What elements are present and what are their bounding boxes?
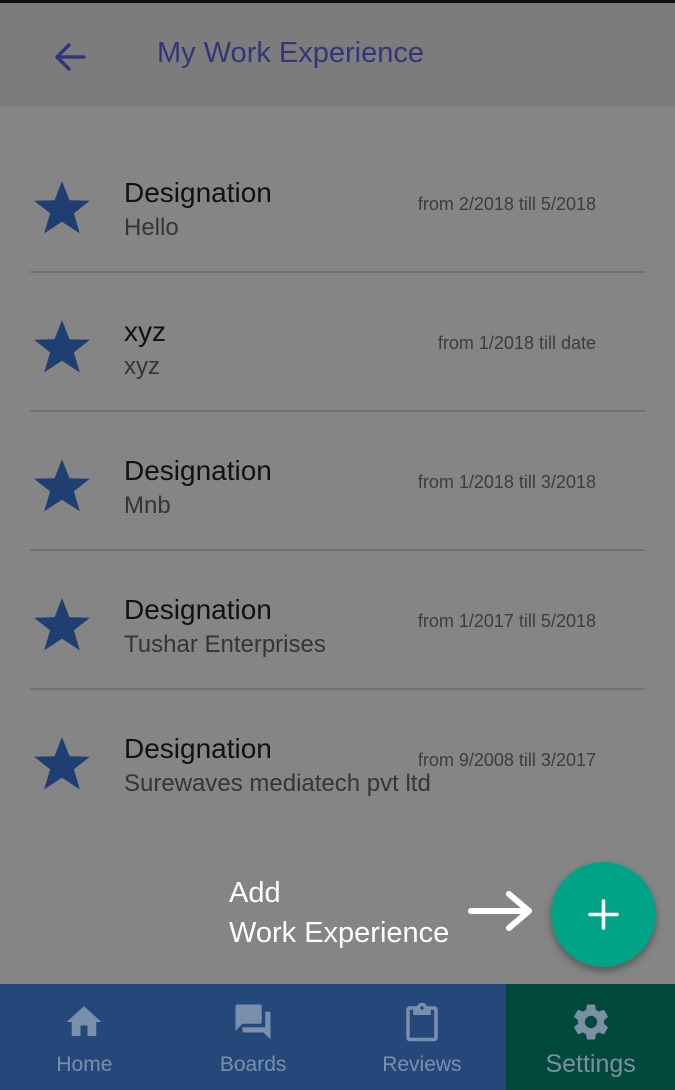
app-header: My Work Experience [0, 3, 675, 107]
experience-company: xyz [124, 353, 160, 380]
experience-title: Designation [124, 594, 272, 625]
nav-home[interactable]: Home [0, 984, 169, 1090]
add-hint-text: Add Work Experience [229, 873, 449, 953]
experience-dates: from 9/2008 till 3/2017 [417, 750, 596, 770]
experience-item[interactable]: xyz xyz from 1/2018 till date [0, 273, 675, 412]
boards-icon [235, 1004, 271, 1040]
experience-dates: from 1/2018 till 3/2018 [417, 472, 596, 492]
nav-settings-label: Settings [545, 1050, 636, 1078]
experience-company: Hello [124, 214, 179, 241]
nav-reviews-label: Reviews [382, 1053, 462, 1076]
experience-dates: from 1/2017 till 5/2018 [417, 611, 596, 631]
gear-icon [573, 1004, 608, 1040]
nav-boards-label: Boards [219, 1053, 287, 1076]
star-icon [34, 737, 90, 790]
experience-list: Designation Hello from 2/2018 till 5/201… [0, 107, 675, 829]
nav-reviews[interactable]: Reviews [338, 984, 507, 1090]
experience-title: Designation [124, 733, 272, 764]
experience-company: Surewaves mediatech pvt ltd [124, 770, 431, 797]
experience-dates: from 1/2018 till date [437, 333, 596, 353]
star-icon [34, 459, 90, 512]
star-icon [34, 320, 90, 373]
arrow-right-icon [468, 891, 532, 931]
arrow-left-icon [55, 43, 86, 71]
hint-line-1: Add [229, 877, 281, 909]
page-title: My Work Experience [157, 37, 424, 69]
nav-home-label: Home [56, 1053, 113, 1076]
experience-title: Designation [124, 455, 272, 486]
hint-line-2: Work Experience [229, 917, 450, 949]
home-icon [66, 1006, 102, 1036]
experience-dates: from 2/2018 till 5/2018 [417, 194, 596, 214]
experience-title: xyz [124, 316, 166, 347]
add-work-experience-button[interactable] [551, 862, 656, 967]
experience-item[interactable]: Designation Surewaves mediatech pvt ltd … [0, 690, 675, 829]
experience-company: Mnb [124, 492, 171, 519]
clipboard-icon [406, 1002, 438, 1042]
experience-item[interactable]: Designation Tushar Enterprises from 1/20… [0, 551, 675, 690]
experience-item[interactable]: Designation Hello from 2/2018 till 5/201… [0, 107, 675, 273]
bottom-navigation: Home Boards Reviews Settings [0, 984, 675, 1090]
plus-icon [588, 899, 619, 930]
nav-settings[interactable]: Settings [506, 984, 675, 1090]
nav-boards[interactable]: Boards [169, 984, 338, 1090]
experience-company: Tushar Enterprises [124, 631, 326, 658]
star-icon [34, 181, 90, 234]
experience-item[interactable]: Designation Mnb from 1/2018 till 3/2018 [0, 412, 675, 551]
back-button[interactable] [48, 35, 92, 79]
star-icon [34, 598, 90, 651]
experience-title: Designation [124, 177, 272, 208]
